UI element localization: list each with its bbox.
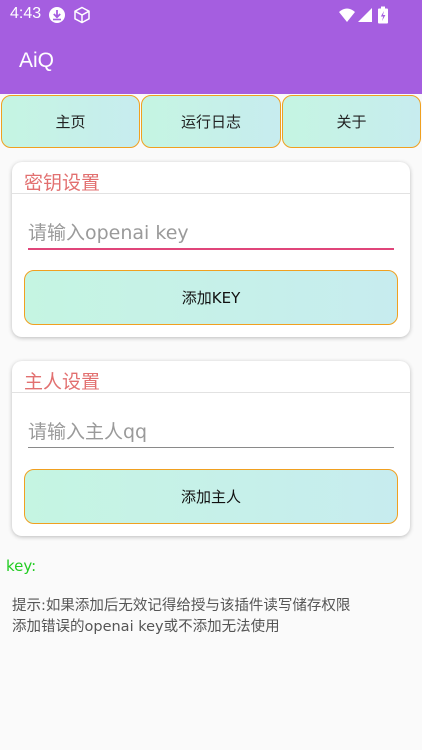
add-owner-button-label: 添加主人 <box>180 488 241 506</box>
add-key-button-label: 添加KEY <box>181 289 241 307</box>
hint-text: 提示:如果添加后无效记得给授与该插件读写储存权限 添加错误的openai key… <box>12 596 412 638</box>
cube-icon <box>73 6 91 24</box>
tab-run-log[interactable]: 运行日志 <box>141 95 281 148</box>
tab-home-label: 主页 <box>55 113 86 131</box>
status-bar: 4:43 <box>0 0 422 30</box>
tab-run-log-label: 运行日志 <box>180 113 241 131</box>
add-owner-button[interactable]: 添加主人 <box>24 469 398 524</box>
key-settings-card: 密钥设置 添加KEY <box>12 162 410 337</box>
owner-settings-divider <box>12 392 410 393</box>
openai-key-input-underline <box>28 248 394 250</box>
owner-settings-title: 主人设置 <box>24 371 101 393</box>
tab-about-label: 关于 <box>336 113 367 131</box>
key-settings-divider <box>12 193 410 194</box>
tab-home[interactable]: 主页 <box>1 95 140 148</box>
download-icon <box>48 6 66 24</box>
battery-icon <box>377 6 389 24</box>
tab-about[interactable]: 关于 <box>282 95 421 148</box>
key-status-label: key: <box>6 557 37 575</box>
hint-line-2: 添加错误的openai key或不添加无法使用 <box>12 619 280 635</box>
status-time: 4:43 <box>10 5 42 22</box>
owner-settings-card: 主人设置 添加主人 <box>12 361 410 536</box>
app-bar: AiQ <box>0 30 422 94</box>
owner-qq-input-underline <box>28 447 394 448</box>
wifi-icon <box>338 6 356 24</box>
key-settings-title: 密钥设置 <box>24 172 101 194</box>
add-key-button[interactable]: 添加KEY <box>24 270 398 325</box>
app-title: AiQ <box>19 49 55 72</box>
hint-line-1: 提示:如果添加后无效记得给授与该插件读写储存权限 <box>12 598 351 614</box>
owner-qq-input[interactable] <box>28 415 394 449</box>
openai-key-input[interactable] <box>28 216 394 250</box>
signal-icon <box>357 6 375 24</box>
